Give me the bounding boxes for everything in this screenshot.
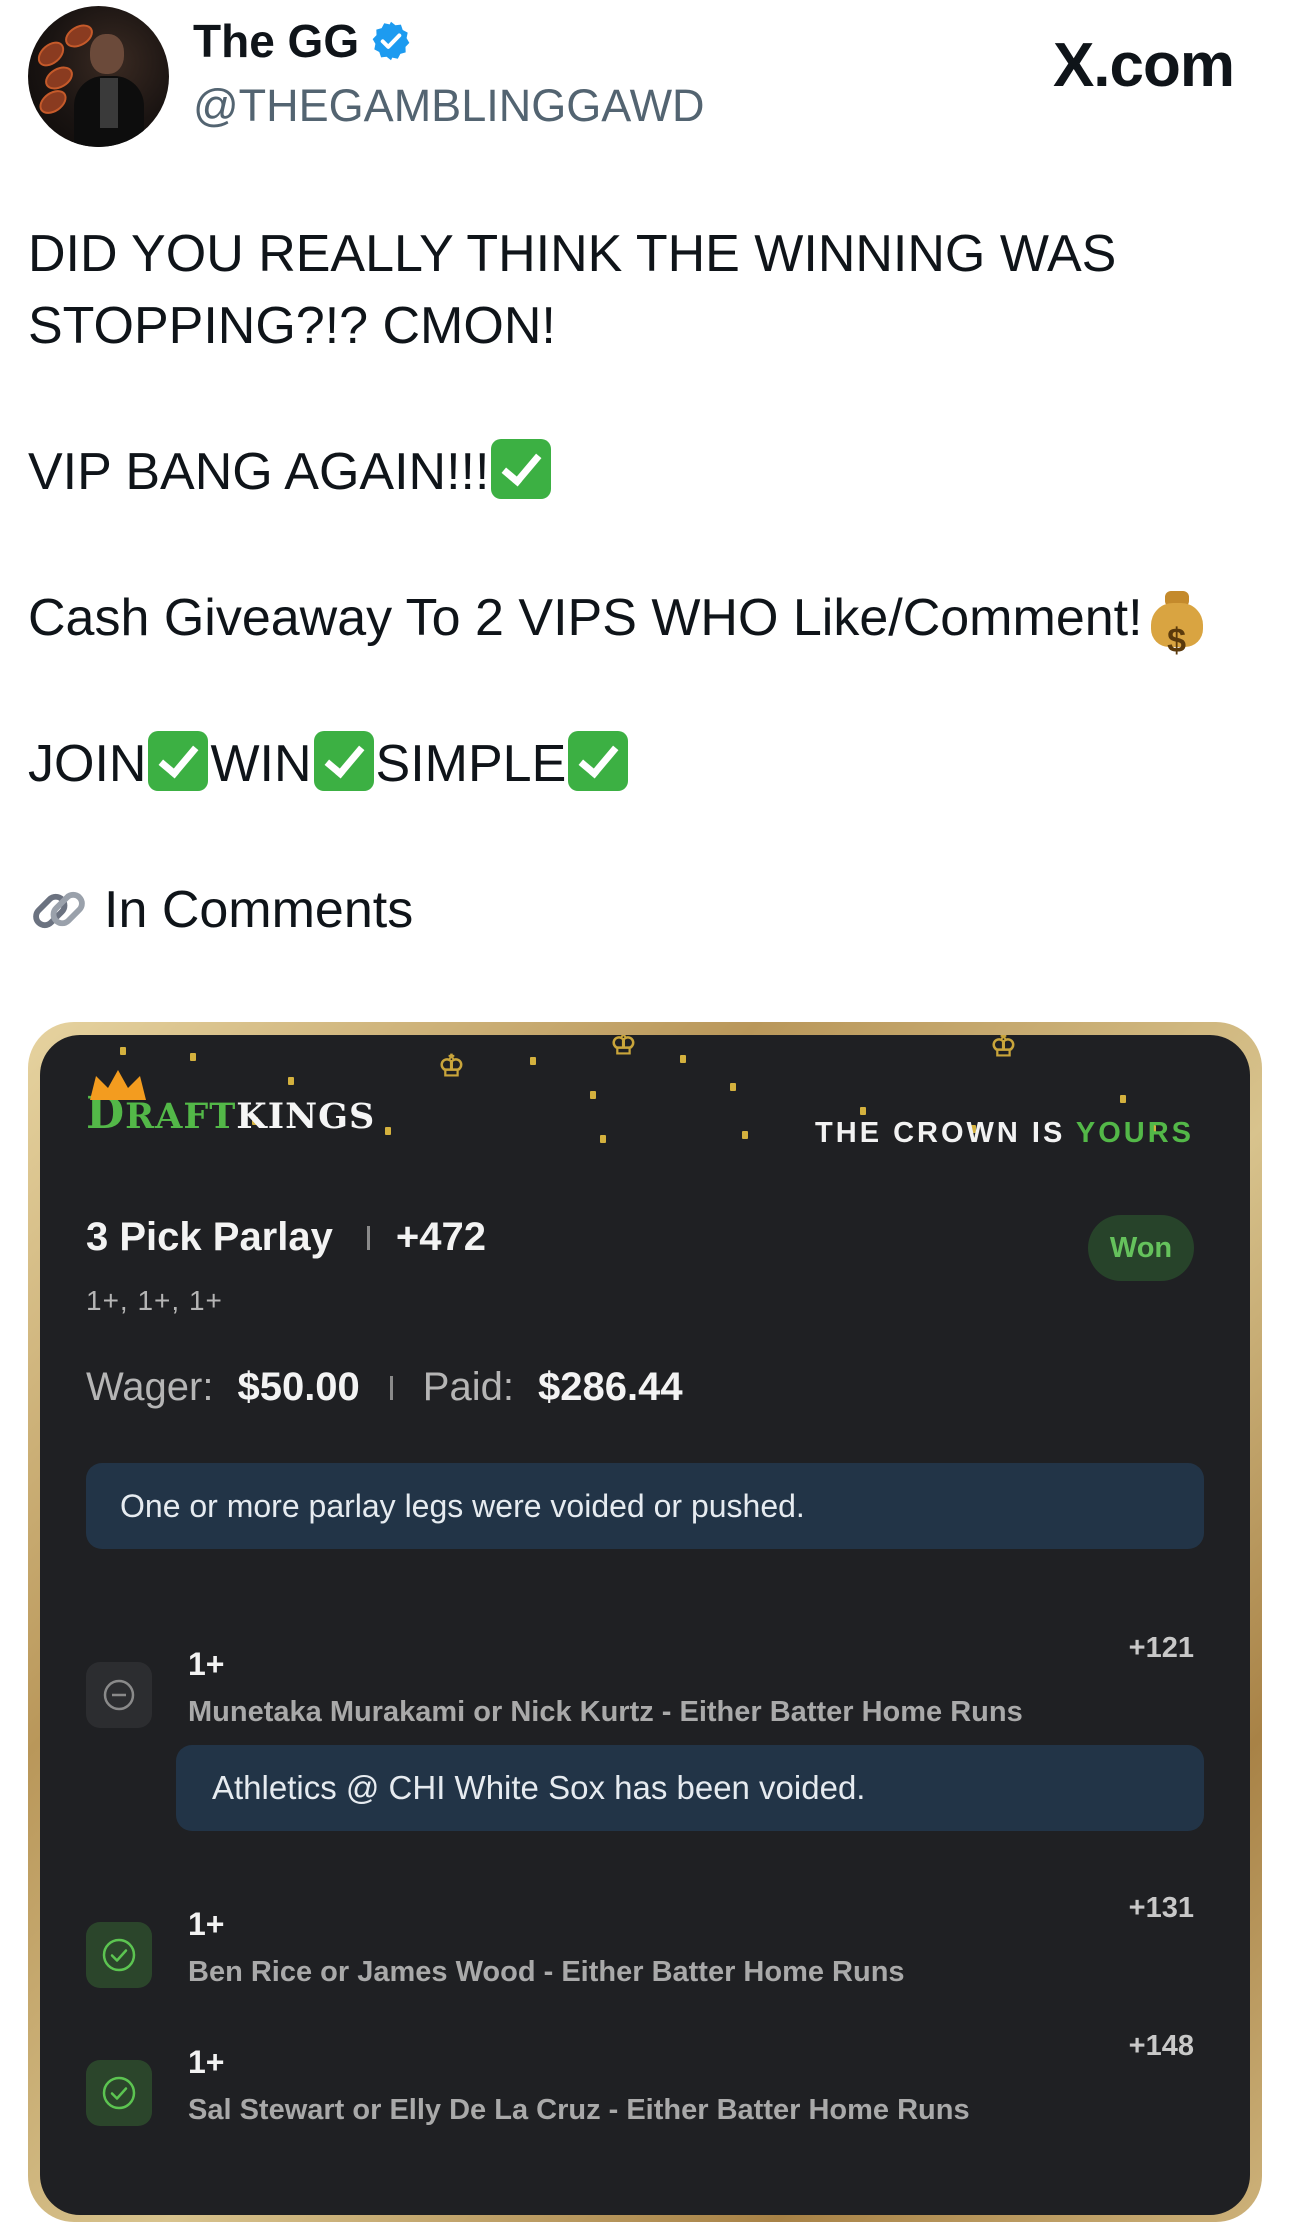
confetti: [385, 1127, 391, 1135]
parlay-subtitle: 1+, 1+, 1+: [86, 1285, 223, 1316]
crown-confetti-icon: ♔: [438, 1049, 465, 1084]
tweet-word: JOIN: [28, 735, 147, 793]
tweet-line-text: In Comments: [104, 881, 414, 939]
status-badge: Won: [1088, 1215, 1194, 1281]
leg-title: 1+: [188, 1906, 225, 1942]
money-bag-emoji-icon: $: [1150, 589, 1203, 660]
paid-label: Paid:: [422, 1365, 514, 1409]
void-info-notice: One or more parlay legs were voided or p…: [86, 1463, 1204, 1549]
check-circle-icon: [86, 1922, 152, 1988]
draftkings-logo: DRAFTKINGS: [86, 1070, 376, 1139]
tweet-line: VIP BANG AGAIN!!!: [28, 436, 553, 508]
verified-badge-icon: [372, 21, 410, 61]
crown-confetti-icon: ♔: [610, 1035, 637, 1062]
leg-title: 1+: [188, 1646, 225, 1682]
tweet-line: JOIN WIN SIMPLE: [28, 728, 630, 800]
tweet-word: WIN: [210, 735, 312, 793]
tweet-line: DID YOU REALLY THINK THE WINNING WAS: [28, 225, 1117, 283]
parlay-title: 3 Pick Parlay: [86, 1215, 333, 1259]
avatar-figure-shirt: [100, 78, 118, 128]
confetti: [530, 1057, 536, 1065]
display-name[interactable]: The GG: [193, 14, 359, 68]
divider: [366, 1225, 370, 1250]
tweet-line-text: VIP BANG AGAIN!!!: [28, 443, 490, 501]
confetti: [1120, 1095, 1126, 1103]
link-emoji-icon: [33, 891, 85, 929]
bet-slip-card[interactable]: ♔ ♔ ♔ DRAFTKINGS THE CROWN IS YOURS 3 Pi…: [40, 1035, 1250, 2215]
avatar-figure-head: [90, 34, 124, 74]
parlay-odds: +472: [395, 1215, 486, 1259]
tweet-line-text: Cash Giveaway To 2 VIPS WHO Like/Comment…: [28, 589, 1143, 647]
divider: [389, 1375, 393, 1400]
leg-description: Ben Rice or James Wood - Either Batter H…: [188, 1956, 905, 1988]
void-minus-icon: [86, 1662, 152, 1728]
paid-value: $286.44: [537, 1365, 683, 1409]
leg-odds: +148: [1128, 2030, 1194, 2062]
confetti: [190, 1053, 196, 1061]
confetti: [120, 1047, 126, 1055]
confetti: [860, 1107, 866, 1115]
tweet-line: In Comments: [28, 874, 413, 946]
leg-odds: +131: [1128, 1892, 1194, 1924]
brand-kings: KINGS: [236, 1096, 376, 1137]
check-mark-emoji-icon: [148, 731, 209, 791]
slogan: THE CROWN IS YOURS: [815, 1117, 1194, 1150]
confetti: [742, 1131, 748, 1139]
slogan-prefix: THE CROWN IS: [815, 1117, 1066, 1149]
game-voided-notice: Athletics @ CHI White Sox has been voide…: [176, 1745, 1204, 1831]
check-mark-emoji-icon: [313, 731, 374, 791]
confetti: [730, 1083, 736, 1091]
author-name-row: The GG: [193, 14, 413, 68]
handle[interactable]: @THEGAMBLINGGAWD: [193, 80, 705, 132]
tweet-line: Cash Giveaway To 2 VIPS WHO Like/Comment…: [28, 582, 1203, 660]
football-icon: [34, 85, 72, 119]
slogan-highlight: YOURS: [1075, 1117, 1194, 1149]
tweet-line: STOPPING?!? CMON!: [28, 297, 556, 355]
confetti: [600, 1135, 606, 1143]
confetti: [590, 1091, 596, 1099]
check-mark-emoji-icon: [491, 439, 552, 499]
wager-value: $50.00: [237, 1365, 360, 1409]
tweet-word: SIMPLE: [375, 735, 567, 793]
avatar[interactable]: [28, 6, 169, 147]
crown-confetti-icon: ♔: [990, 1035, 1017, 1064]
leg-description: Munetaka Murakami or Nick Kurtz - Either…: [188, 1696, 1023, 1728]
crown-icon: [90, 1070, 146, 1100]
wager-row: Wager: $50.00 Paid: $286.44: [86, 1365, 683, 1410]
confetti: [288, 1077, 294, 1085]
parlay-header: 3 Pick Parlay +472: [86, 1215, 486, 1260]
leg-description: Sal Stewart or Elly De La Cruz - Either …: [188, 2094, 970, 2126]
check-mark-emoji-icon: [568, 731, 629, 791]
leg-title: 1+: [188, 2044, 225, 2080]
check-circle-icon: [86, 2060, 152, 2126]
confetti: [680, 1055, 686, 1063]
leg-odds: +121: [1128, 1632, 1194, 1664]
x-logo: X.com: [1052, 31, 1235, 100]
wager-label: Wager:: [86, 1365, 214, 1409]
